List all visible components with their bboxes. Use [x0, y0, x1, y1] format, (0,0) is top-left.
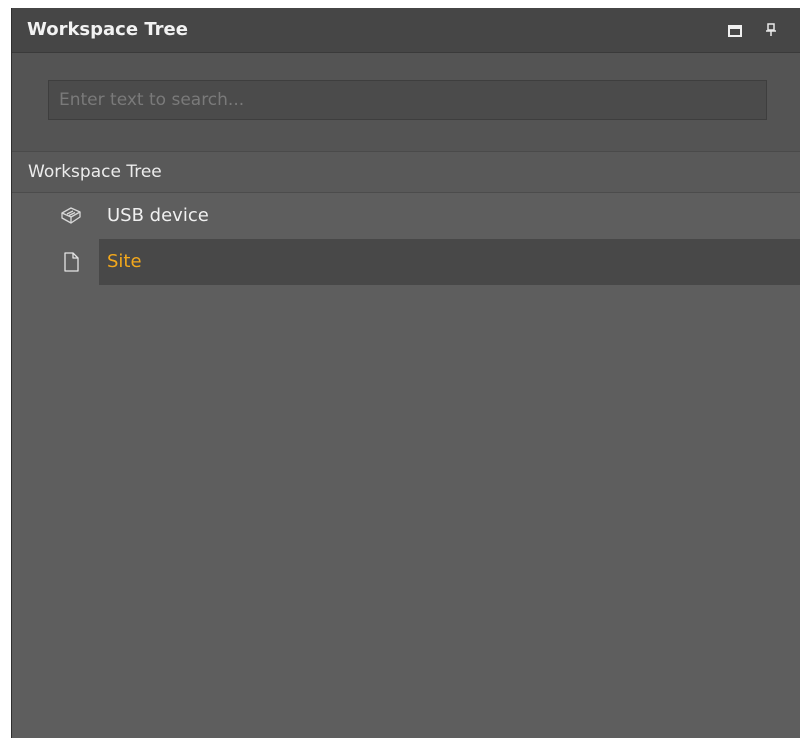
tree-item-label-wrap: USB device	[99, 193, 800, 239]
tree-header: Workspace Tree	[12, 152, 800, 193]
maximize-icon	[728, 22, 742, 41]
workspace-tree-panel: Workspace Tree Workspace Tree	[11, 8, 800, 738]
usb-device-icon	[59, 204, 83, 228]
tree-header-label: Workspace Tree	[28, 162, 162, 182]
search-input[interactable]	[48, 80, 767, 120]
search-area	[12, 53, 800, 152]
tree-item-site[interactable]: Site	[12, 239, 800, 285]
pin-icon	[765, 22, 777, 41]
document-icon	[59, 250, 83, 274]
pin-button[interactable]	[762, 22, 780, 40]
panel-title: Workspace Tree	[27, 19, 188, 40]
panel-titlebar: Workspace Tree	[12, 8, 800, 53]
tree-item-label: USB device	[107, 205, 209, 226]
tree-item-selected-highlight: Site	[99, 239, 800, 285]
maximize-button[interactable]	[726, 22, 744, 40]
tree-item-label: Site	[107, 251, 142, 272]
tree-item-usb-device[interactable]: USB device	[12, 193, 800, 239]
